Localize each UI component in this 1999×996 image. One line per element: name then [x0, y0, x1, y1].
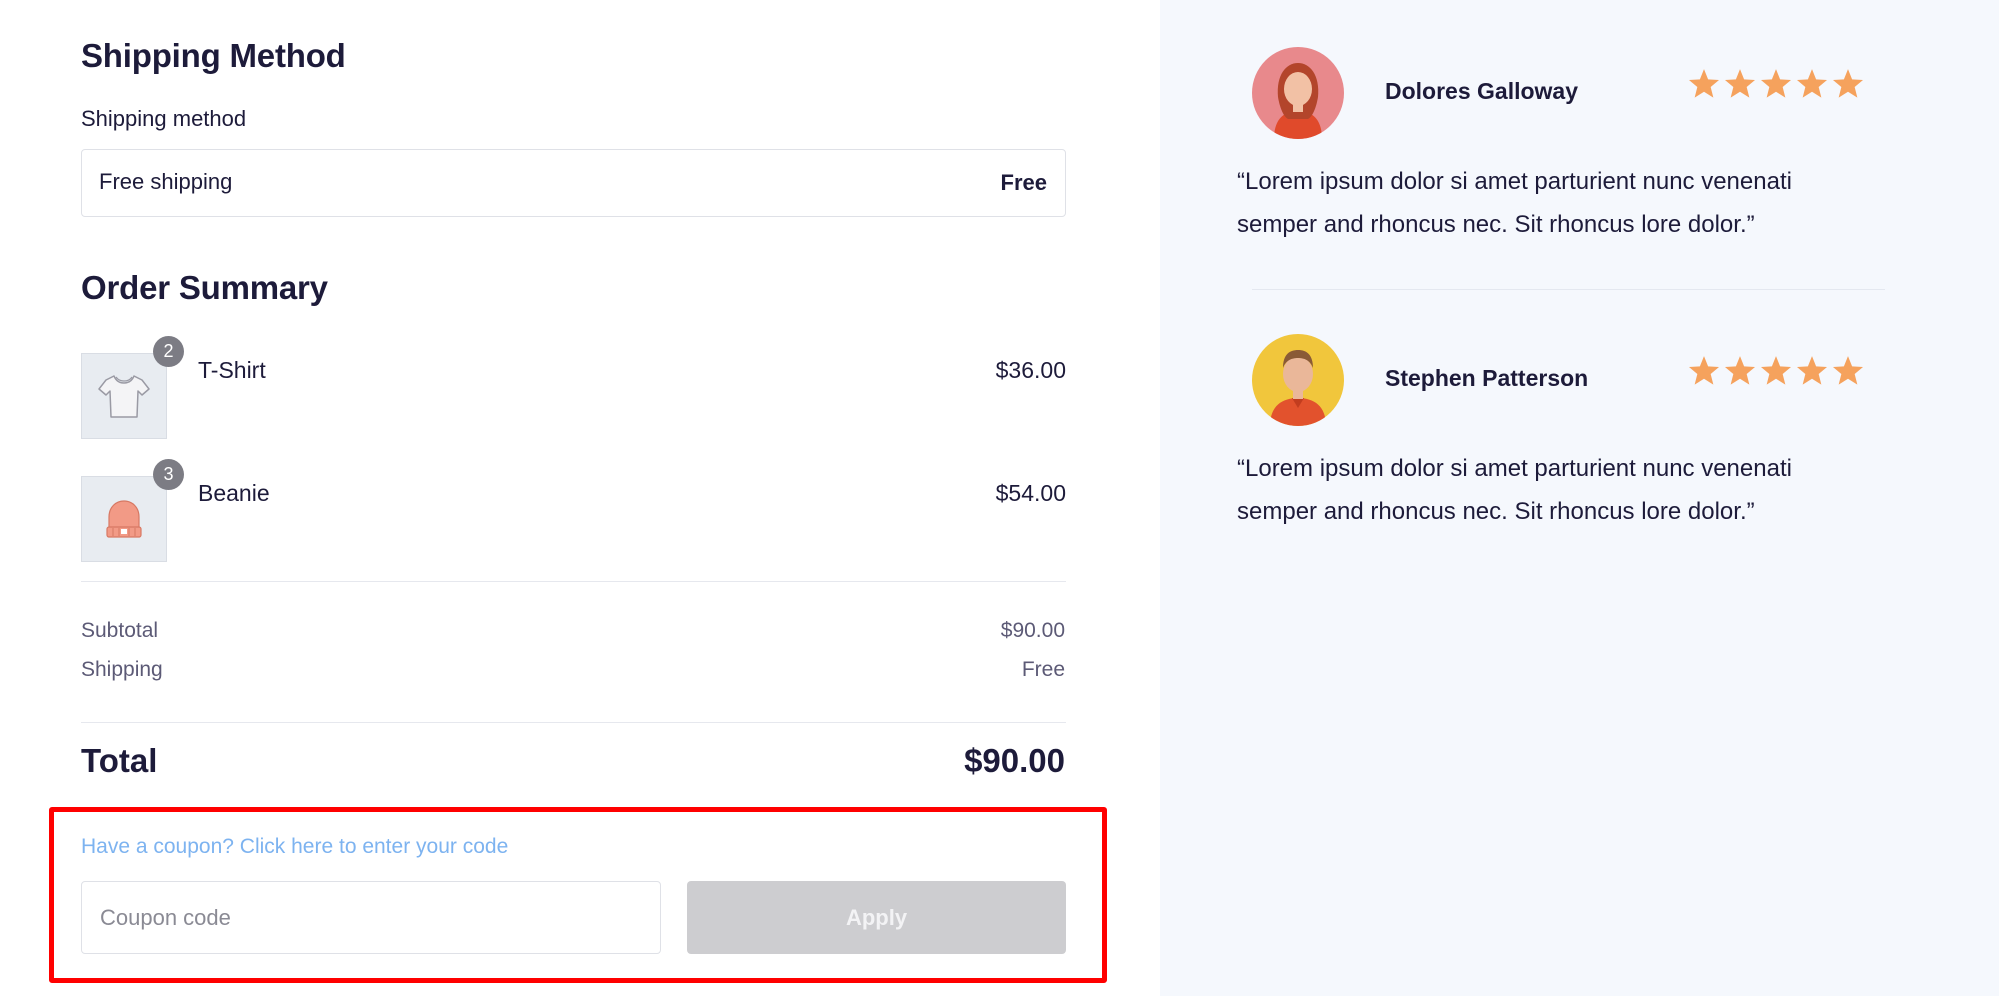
- reviewer-name: Stephen Patterson: [1385, 365, 1589, 391]
- beanie-icon: [106, 500, 142, 538]
- star-rating: [1687, 354, 1865, 388]
- star-icon: [1760, 69, 1792, 98]
- quantity-badge: 3: [153, 459, 184, 490]
- avatar: [1252, 334, 1344, 426]
- summary-divider: [81, 581, 1066, 582]
- total-divider: [81, 722, 1066, 723]
- avatar: [1252, 47, 1344, 139]
- item-name: T-Shirt: [198, 357, 266, 383]
- apply-coupon-button[interactable]: Apply: [687, 881, 1066, 954]
- total-value: $90.00: [964, 742, 1065, 779]
- shipping-cost-label: Shipping: [81, 658, 163, 681]
- star-icon: [1832, 356, 1864, 385]
- shipping-method-title: Shipping Method: [81, 37, 346, 74]
- star-icon: [1688, 69, 1720, 98]
- review-quote: “Lorem ipsum dolor si amet parturient nu…: [1237, 455, 1792, 525]
- order-item: 3 Beanie $54.00: [81, 459, 1066, 562]
- testimonial-divider: [1252, 289, 1885, 290]
- item-price: $36.00: [995, 357, 1066, 383]
- order-summary-title: Order Summary: [81, 269, 328, 306]
- star-icon: [1688, 356, 1720, 385]
- star-icon: [1760, 356, 1792, 385]
- shipping-option-price: Free: [1000, 170, 1047, 195]
- order-item: 2 T-Shirt $36.00: [81, 336, 1066, 439]
- shipping-option-name: Free shipping: [99, 169, 233, 194]
- star-icon: [1796, 356, 1828, 385]
- shipping-cost-value: Free: [1021, 658, 1065, 681]
- product-thumbnail: [81, 353, 167, 439]
- product-thumbnail: [81, 476, 167, 562]
- shipping-method-label: Shipping method: [81, 106, 247, 131]
- tshirt-icon: [98, 375, 150, 418]
- item-price: $54.00: [995, 480, 1066, 506]
- star-icon: [1832, 69, 1864, 98]
- shipping-option[interactable]: Free shipping Free: [81, 149, 1066, 217]
- total-label: Total: [81, 742, 158, 779]
- item-name: Beanie: [198, 480, 270, 506]
- star-icon: [1724, 69, 1756, 98]
- star-icon: [1724, 356, 1756, 385]
- review-quote: “Lorem ipsum dolor si amet parturient nu…: [1237, 168, 1792, 238]
- coupon-link[interactable]: Have a coupon? Click here to enter your …: [81, 835, 508, 859]
- reviewer-name: Dolores Galloway: [1385, 78, 1579, 104]
- coupon-code-input[interactable]: [81, 881, 661, 954]
- subtotal-label: Subtotal: [81, 619, 159, 642]
- checkout-panel: Shipping Method Shipping method Free shi…: [0, 0, 1160, 996]
- star-icon: [1796, 69, 1828, 98]
- star-rating: [1687, 67, 1865, 101]
- subtotal-value: $90.00: [1000, 619, 1065, 642]
- quantity-badge: 2: [153, 336, 184, 367]
- testimonials-panel: Dolores Galloway “Lorem ipsum dolor si a…: [1160, 0, 1999, 996]
